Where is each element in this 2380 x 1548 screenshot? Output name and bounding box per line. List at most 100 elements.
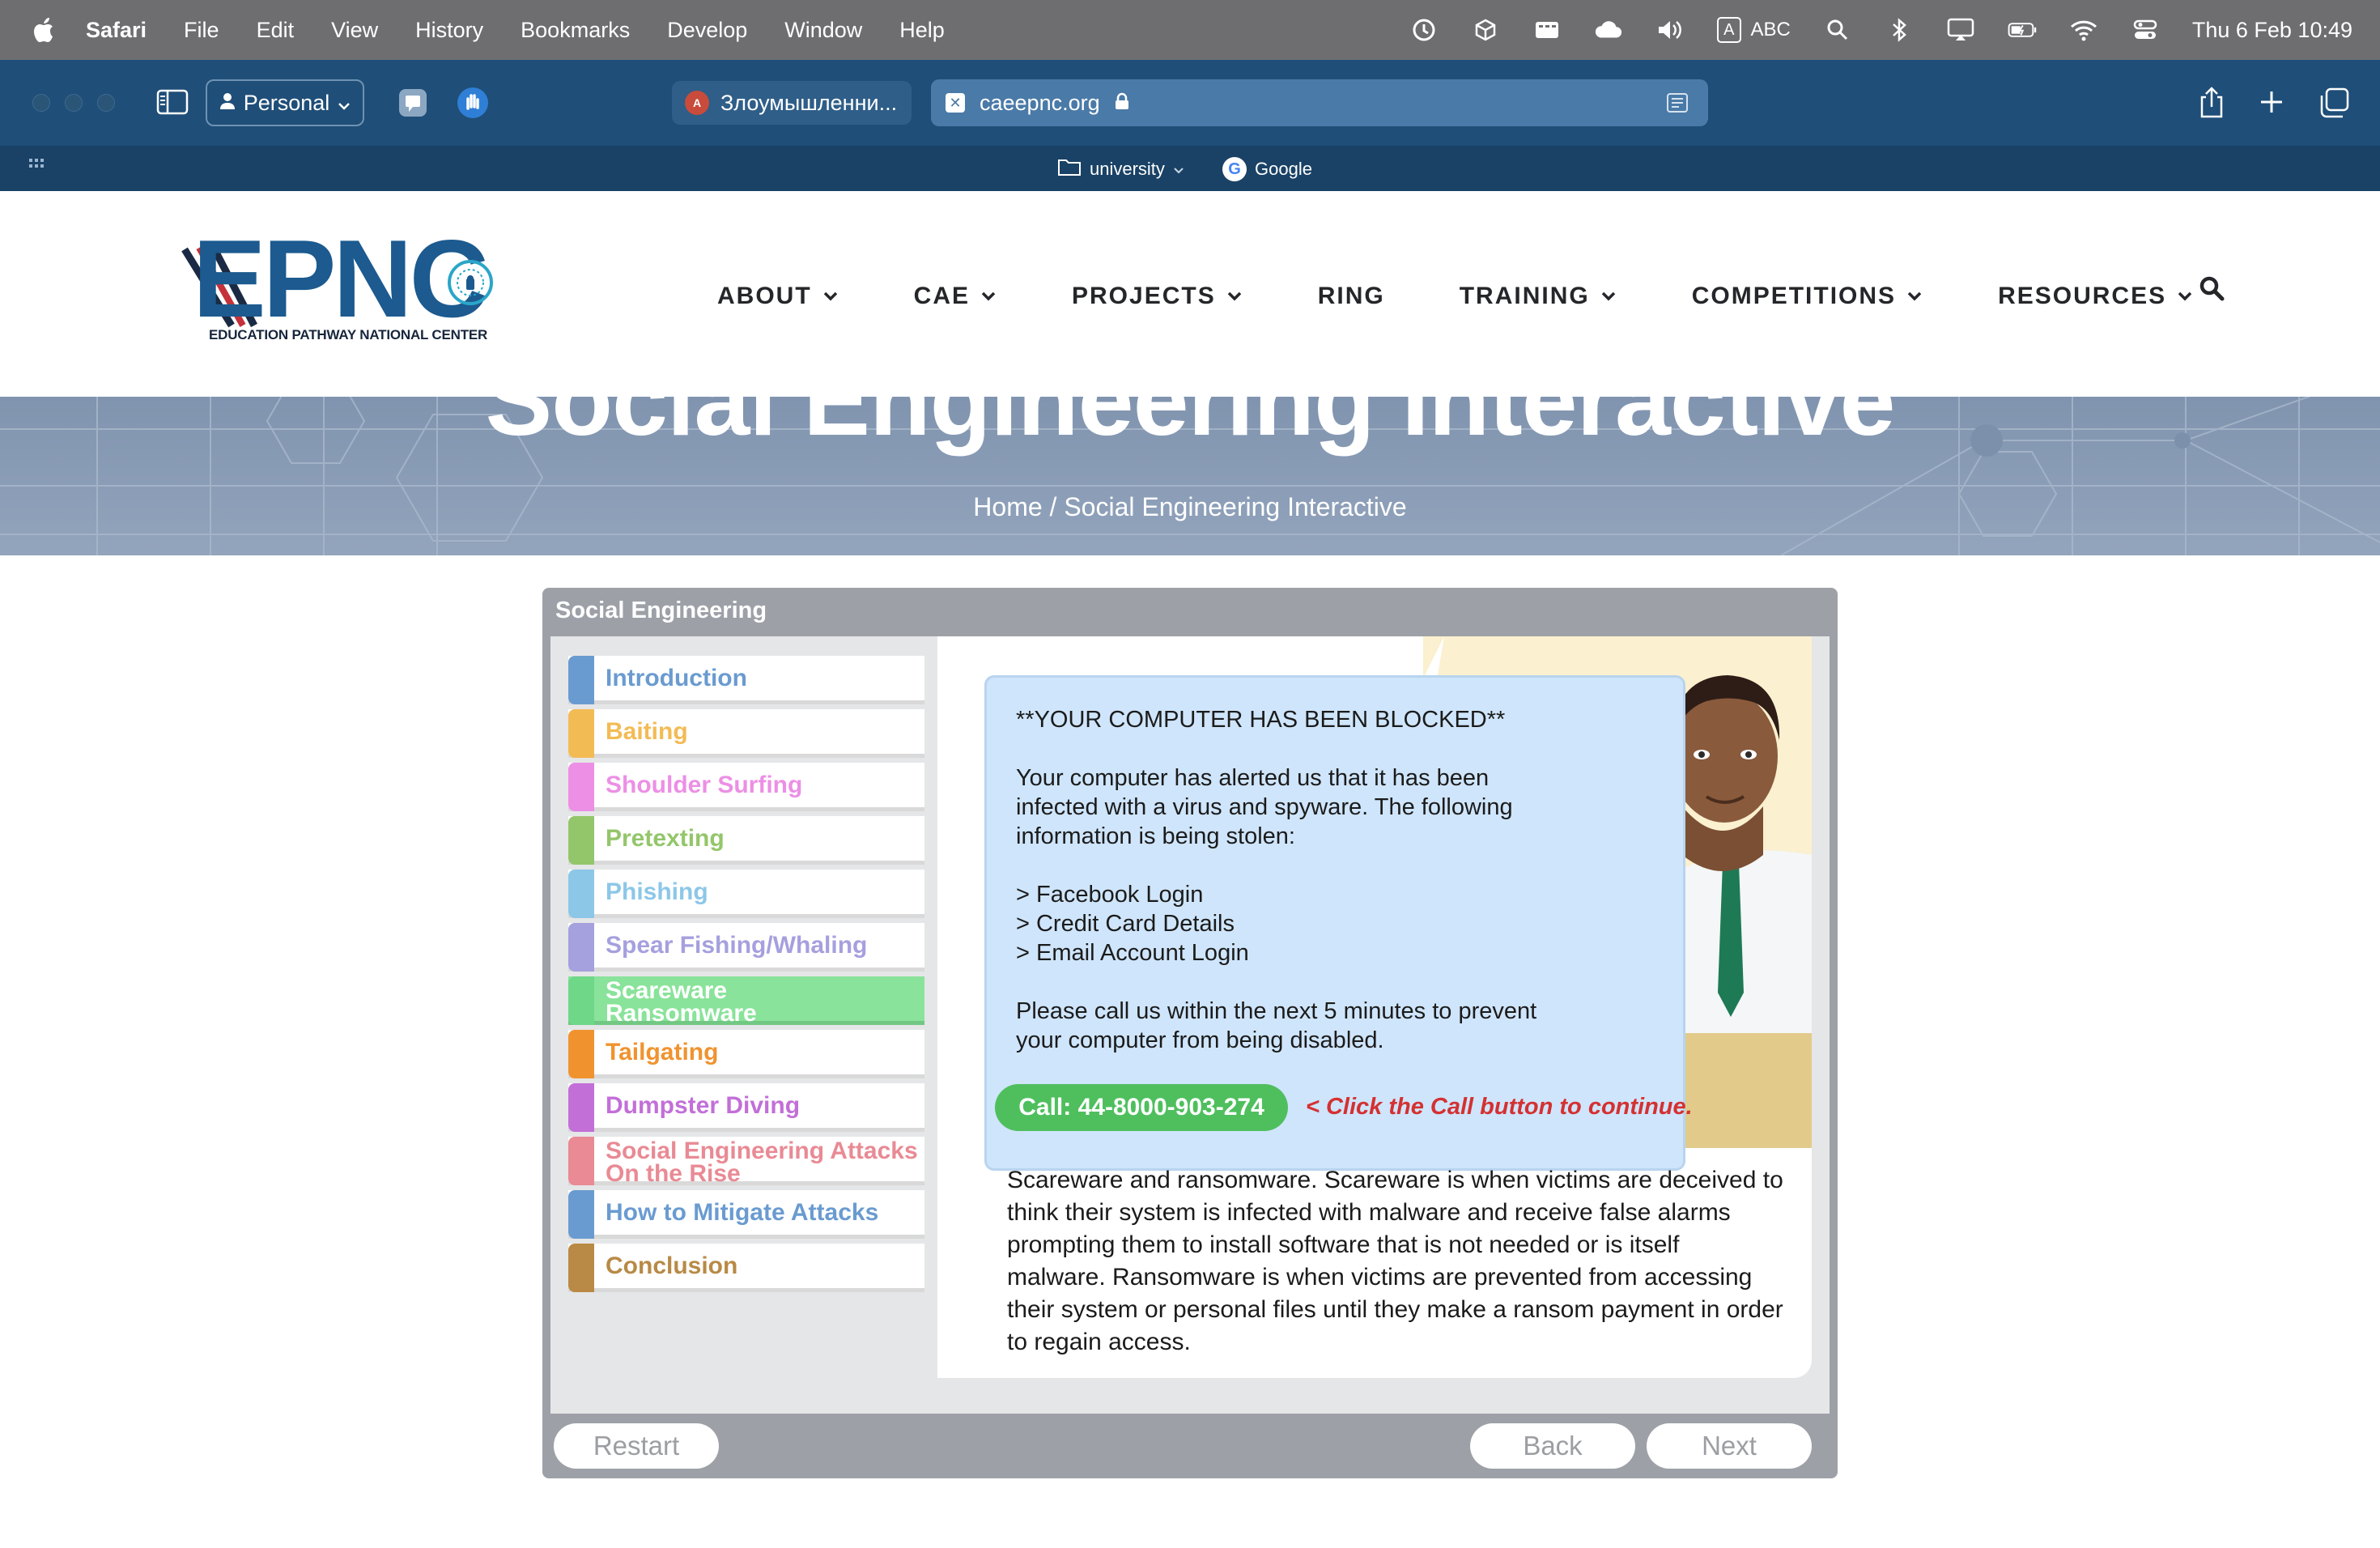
new-tab-icon[interactable] bbox=[2255, 86, 2288, 118]
popup-line-1: Your computer has alerted us that it has… bbox=[1016, 765, 1490, 791]
nav-training[interactable]: TRAINING bbox=[1460, 283, 1617, 310]
lesson-label: Pretexting bbox=[606, 824, 725, 852]
address-bar[interactable]: ✕ caeepnc.org bbox=[931, 79, 1708, 126]
lesson-label: Introduction bbox=[606, 664, 747, 691]
lesson-item-introduction[interactable]: Introduction bbox=[568, 656, 924, 704]
nav-resources-label: RESOURCES bbox=[1998, 283, 2167, 309]
nav-cae-label: CAE bbox=[913, 283, 970, 309]
share-icon[interactable] bbox=[2195, 84, 2228, 120]
restart-button[interactable]: Restart bbox=[554, 1423, 719, 1469]
menu-history[interactable]: History bbox=[415, 18, 483, 43]
nav-competitions-label: COMPETITIONS bbox=[1691, 283, 1897, 309]
extension-hand-icon[interactable] bbox=[455, 86, 491, 120]
tab-overview-icon[interactable] bbox=[2317, 86, 2351, 120]
nav-about[interactable]: ABOUT bbox=[717, 283, 839, 310]
spotlight-search-icon[interactable] bbox=[1823, 16, 1852, 44]
search-icon[interactable] bbox=[2199, 275, 2228, 304]
logo-globe-icon bbox=[448, 260, 493, 305]
cloud-icon[interactable] bbox=[1594, 16, 1623, 44]
menu-develop[interactable]: Develop bbox=[667, 18, 747, 43]
breadcrumb[interactable]: Home / Social Engineering Interactive bbox=[0, 492, 2380, 522]
lesson-content: **YOUR COMPUTER HAS BEEN BLOCKED** Your … bbox=[937, 636, 1812, 1378]
favorite-folder-university[interactable]: university bbox=[1057, 157, 1184, 181]
lesson-item-phishing[interactable]: Phishing bbox=[568, 870, 924, 918]
popup-heading: **YOUR COMPUTER HAS BEEN BLOCKED** bbox=[1016, 707, 1506, 733]
lesson-color-tab bbox=[568, 1137, 594, 1185]
window-zoom-button[interactable] bbox=[97, 94, 115, 112]
lesson-item-pretexting[interactable]: Pretexting bbox=[568, 816, 924, 865]
chevron-down-icon bbox=[822, 287, 839, 305]
lesson-label: Dumpster Diving bbox=[606, 1091, 801, 1119]
nav-ring[interactable]: RING bbox=[1318, 283, 1385, 310]
control-center-icon[interactable] bbox=[2131, 16, 2160, 44]
profile-selector[interactable]: Personal bbox=[206, 79, 364, 126]
time-machine-icon[interactable] bbox=[1409, 16, 1439, 44]
extension-translate-icon[interactable] bbox=[397, 87, 429, 118]
lesson-item-spear-fishing-whaling[interactable]: Spear Fishing/Whaling bbox=[568, 923, 924, 972]
site-logo[interactable]: EPNC EDUCATION PATHWAY NATIONAL CENTER bbox=[181, 223, 505, 342]
lesson-color-tab bbox=[568, 1083, 594, 1132]
back-button[interactable]: Back bbox=[1470, 1423, 1635, 1469]
display-mirror-icon[interactable] bbox=[1532, 16, 1562, 44]
chevron-down-icon bbox=[980, 287, 997, 305]
menu-app-safari[interactable]: Safari bbox=[86, 18, 147, 43]
menu-clock[interactable]: Thu 6 Feb 10:49 bbox=[2192, 18, 2352, 43]
window-minimize-button[interactable] bbox=[65, 94, 83, 112]
chevron-down-icon bbox=[2176, 287, 2194, 305]
popup-item-facebook: > Facebook Login bbox=[1016, 882, 1204, 908]
menu-view[interactable]: View bbox=[331, 18, 378, 43]
wifi-icon[interactable] bbox=[2069, 16, 2098, 44]
bluetooth-icon[interactable] bbox=[1885, 16, 1914, 44]
lesson-item-scareware-ransomware[interactable]: Scareware Ransomware bbox=[568, 976, 924, 1026]
lesson-label: Shoulder Surfing bbox=[606, 771, 803, 798]
lesson-label: Conclusion bbox=[606, 1252, 738, 1279]
tab-title: Злоумышленни... bbox=[720, 90, 898, 115]
lesson-color-tab bbox=[568, 1244, 594, 1292]
nav-competitions[interactable]: COMPETITIONS bbox=[1692, 283, 1923, 310]
input-source[interactable]: A ABC bbox=[1717, 16, 1791, 44]
battery-icon[interactable] bbox=[2008, 16, 2037, 44]
menu-help[interactable]: Help bbox=[899, 18, 945, 43]
favorite-google[interactable]: G Google bbox=[1222, 157, 1312, 181]
lesson-label: Tailgating bbox=[606, 1038, 719, 1065]
module-title: Social Engineering bbox=[555, 598, 767, 623]
lesson-item-dumpster-diving[interactable]: Dumpster Diving bbox=[568, 1083, 924, 1132]
chevron-down-icon bbox=[1173, 159, 1184, 180]
hero-banner: Social Engineering Interactive Home / So… bbox=[0, 397, 2380, 555]
lesson-color-tab bbox=[568, 709, 594, 758]
nav-resources[interactable]: RESOURCES bbox=[1998, 283, 2194, 310]
next-button[interactable]: Next bbox=[1647, 1423, 1812, 1469]
nav-projects[interactable]: PROJECTS bbox=[1072, 283, 1243, 310]
chevron-down-icon bbox=[338, 91, 351, 116]
lesson-item-conclusion[interactable]: Conclusion bbox=[568, 1244, 924, 1292]
menu-bookmarks[interactable]: Bookmarks bbox=[521, 18, 630, 43]
popup-item-email: > Email Account Login bbox=[1016, 940, 1249, 966]
lock-icon bbox=[1115, 91, 1129, 116]
volume-icon[interactable] bbox=[1655, 16, 1685, 44]
address-text: caeepnc.org bbox=[980, 90, 1100, 115]
airplay-icon[interactable] bbox=[1946, 16, 1975, 44]
apple-menu-icon[interactable] bbox=[32, 15, 58, 45]
lesson-item-tailgating[interactable]: Tailgating bbox=[568, 1030, 924, 1078]
box-icon[interactable] bbox=[1471, 16, 1500, 44]
menu-edit[interactable]: Edit bbox=[257, 18, 295, 43]
lesson-item-how-to-mitigate-attacks[interactable]: How to Mitigate Attacks bbox=[568, 1190, 924, 1239]
chevron-down-icon bbox=[1226, 287, 1243, 305]
call-hint: < Click the Call button to continue. bbox=[1306, 1094, 1693, 1120]
tab-inactive[interactable]: A Злоумышленни... bbox=[672, 81, 912, 125]
menu-file[interactable]: File bbox=[184, 18, 219, 43]
chevron-down-icon bbox=[1906, 287, 1923, 305]
sidebar-toggle-icon[interactable] bbox=[155, 87, 189, 117]
window-close-button[interactable] bbox=[32, 94, 50, 112]
call-button[interactable]: Call: 44-8000-903-274 bbox=[995, 1084, 1288, 1131]
module-stage: Introduction Baiting Shoulder Surfing Prete… bbox=[550, 636, 1830, 1414]
lesson-item-social-engineering-attacks-on-the-rise[interactable]: Social Engineering Attacks On the Rise bbox=[568, 1137, 924, 1186]
profile-label: Personal bbox=[243, 90, 330, 115]
lesson-item-baiting[interactable]: Baiting bbox=[568, 709, 924, 758]
menu-bar: Safari File Edit View History Bookmarks … bbox=[0, 0, 2380, 60]
apps-grid-icon[interactable] bbox=[28, 155, 49, 176]
reader-mode-icon[interactable] bbox=[1666, 92, 1689, 119]
nav-cae[interactable]: CAE bbox=[914, 283, 997, 310]
lesson-item-shoulder-surfing[interactable]: Shoulder Surfing bbox=[568, 763, 924, 811]
menu-window[interactable]: Window bbox=[784, 18, 862, 43]
